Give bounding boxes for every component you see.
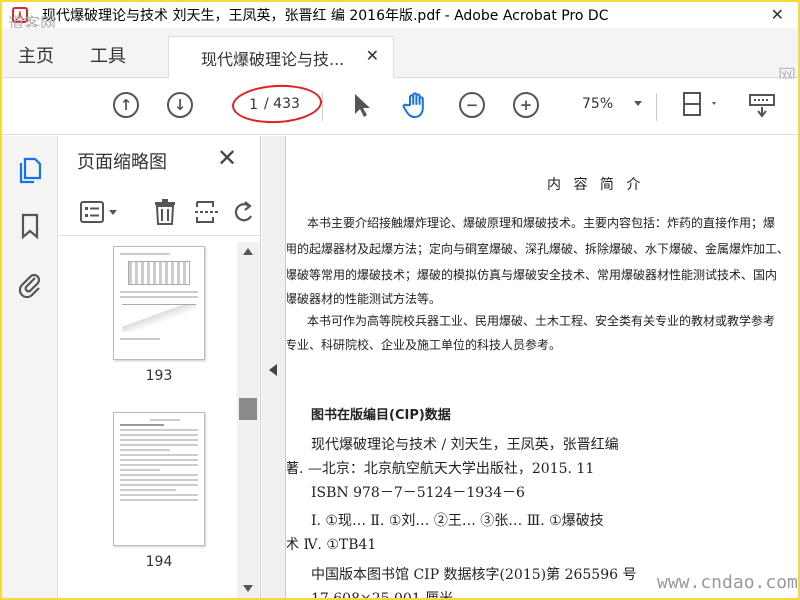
page-thumbnails-panel: 页面缩略图 ✕ 193 194: [59, 136, 261, 598]
title-bar: 人 现代爆破理论与技术 刘天生，王凤英，张晋红 编 2016年版.pdf - A…: [2, 2, 798, 28]
next-page-button[interactable]: ↓: [164, 89, 196, 121]
zoom-level-dropdown[interactable]: 75%: [582, 96, 613, 112]
page-thumbnail[interactable]: [113, 246, 205, 360]
attachments-nav-button[interactable]: [16, 270, 44, 298]
doc-intro-line: 爆破器材的性能测试方法等。: [287, 292, 442, 306]
watermark-bottom: www.cndao.com: [657, 572, 798, 593]
doc-intro-line: 爆破等常用的爆破技术；爆破的模拟仿真与爆破安全技术、常用爆破器材性能测试技术、国…: [287, 268, 778, 282]
keyboard-scroll-button[interactable]: [746, 89, 778, 121]
previous-page-button[interactable]: ↑: [110, 89, 142, 121]
select-tool-button[interactable]: [346, 89, 378, 121]
acrobat-window: 人 现代爆破理论与技术 刘天生，王凤英，张晋红 编 2016年版.pdf - A…: [2, 2, 798, 598]
cip-title: 图书在版编目(CIP)数据: [311, 408, 451, 423]
panel-close-button[interactable]: ✕: [217, 144, 237, 172]
toolbar-separator: [322, 93, 323, 121]
window-title: 现代爆破理论与技术 刘天生，王凤英，张晋红 编 2016年版.pdf - Ado…: [42, 8, 609, 24]
thumbnail-options-icon[interactable]: [79, 200, 121, 224]
fit-page-button[interactable]: [678, 89, 722, 121]
insert-page-icon[interactable]: [193, 198, 221, 226]
cip-line: 术 Ⅳ. ①TB41: [287, 537, 377, 553]
cursor-arrow-icon: [355, 94, 370, 117]
doc-intro-line: 专业、科研院校、企业及施工单位的科技人员参考。: [287, 338, 562, 352]
zoom-in-button[interactable]: +: [510, 89, 542, 121]
page-thumbnail[interactable]: [113, 412, 205, 546]
doc-intro-line: 本书可作为高等院校兵器工业、民用爆破、土木工程、安全类有关专业的教材或教学参考: [307, 314, 776, 328]
document-tab-label: 现代爆破理论与技...: [201, 50, 345, 69]
cip-line: 现代爆破理论与技术 / 刘天生，王凤英，张晋红编: [311, 437, 619, 453]
chevron-down-icon[interactable]: [634, 101, 642, 106]
minus-icon: −: [459, 92, 485, 118]
panel-title: 页面缩略图: [77, 152, 167, 173]
document-tab[interactable]: 现代爆破理论与技... ✕: [168, 36, 394, 78]
zoom-out-button[interactable]: −: [456, 89, 488, 121]
cip-line: 中国版本图书馆 CIP 数据核字(2015)第 265596 号: [311, 567, 637, 583]
arrow-down-icon: ↓: [167, 92, 193, 118]
bookmarks-nav-button[interactable]: [16, 212, 44, 240]
scroll-mode-icon: [749, 94, 775, 118]
hand-icon: [402, 92, 424, 118]
bookmark-icon: [21, 213, 39, 240]
thumbnail-page-number: 193: [145, 368, 173, 384]
trash-icon[interactable]: [151, 198, 179, 226]
fit-page-icon: [683, 92, 716, 116]
doc-intro-line: 用的起爆器材及起爆方法；定向与硐室爆破、深孔爆破、拆除爆破、水下爆破、金属爆炸加…: [287, 242, 790, 256]
pages-icon: [19, 157, 42, 184]
cip-line: 著. —北京：北京航空航天大学出版社，2015. 11: [287, 461, 595, 477]
cip-line: 17.608×25.001 厘米: [311, 588, 453, 598]
rotate-icon[interactable]: [233, 198, 255, 226]
doc-intro-line: 本书主要介绍接触爆炸理论、爆破原理和爆破技术。主要内容包括：炸药的直接作用；爆: [307, 216, 776, 230]
plus-icon: +: [513, 92, 539, 118]
document-view[interactable]: 内 容 简 介 本书主要介绍接触爆炸理论、爆破原理和爆破技术。主要内容包括：炸药…: [287, 136, 798, 598]
chevron-left-icon[interactable]: [269, 364, 277, 376]
hand-tool-button[interactable]: [400, 89, 432, 121]
panel-collapse-strip[interactable]: [262, 136, 286, 598]
menu-bar: 主页 工具 现代爆破理论与技... ✕ 网: [2, 28, 798, 87]
menu-tools[interactable]: 工具: [90, 42, 126, 68]
scrollbar-thumb[interactable]: [239, 398, 257, 420]
paperclip-icon: [18, 273, 41, 298]
cip-line: Ⅰ. ①现… Ⅱ. ①刘… ②王… ③张… Ⅲ. ①爆破技: [311, 513, 604, 529]
thumbnails-scrollbar[interactable]: [237, 242, 259, 598]
document-tab-close-button[interactable]: ✕: [366, 46, 379, 65]
window-close-button[interactable]: ✕: [771, 5, 784, 24]
left-nav-rail: [2, 136, 58, 598]
doc-heading: 内 容 简 介: [547, 177, 645, 193]
scroll-down-arrow-icon[interactable]: [243, 585, 253, 592]
arrow-up-icon: ↑: [113, 92, 139, 118]
toolbar: ↑ ↓ / 433 − + 75%: [2, 79, 798, 135]
page-thumbnails-nav-button[interactable]: [16, 156, 44, 184]
toolbar-separator: [656, 93, 657, 121]
thumbnail-page-number: 194: [145, 554, 173, 570]
thumbnail-list[interactable]: 193 194: [59, 242, 237, 598]
panel-toolbar: [59, 188, 261, 236]
scroll-up-arrow-icon[interactable]: [243, 248, 253, 255]
red-highlight-ellipse: [231, 82, 323, 126]
cip-line: ISBN 978－7－5124－1934－6: [311, 485, 525, 501]
menu-home[interactable]: 主页: [18, 42, 54, 68]
